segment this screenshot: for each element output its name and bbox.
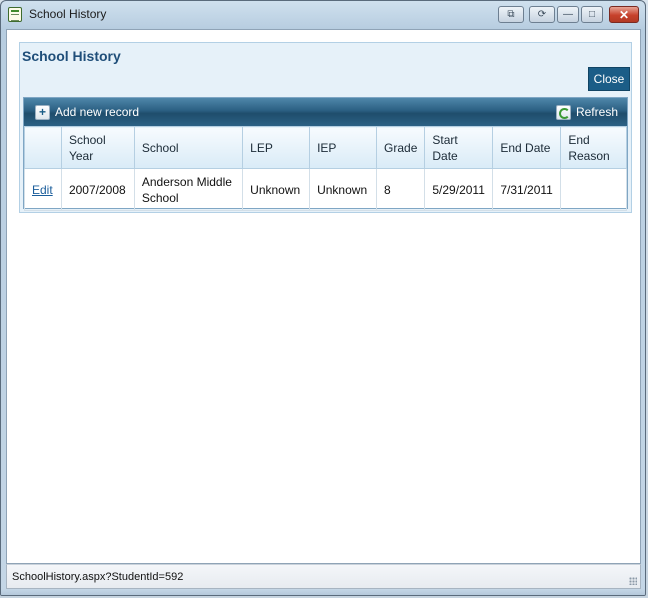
restore-window-icon[interactable]: ⧉: [498, 6, 524, 23]
refresh-button[interactable]: Refresh: [555, 104, 618, 120]
action-cell: Edit: [24, 168, 62, 211]
window-title: School History: [29, 7, 107, 21]
refresh-label: Refresh: [575, 105, 618, 119]
school-cell: Anderson Middle School: [133, 168, 244, 211]
page-title: School History: [22, 48, 121, 64]
records-table: School Year School LEP IEP Grade Start D…: [24, 126, 627, 211]
grid-toolbar: + Add new record Refresh: [24, 98, 627, 126]
status-bar: SchoolHistory.aspx?StudentId=592: [6, 564, 641, 589]
column-header-school[interactable]: School: [133, 126, 244, 169]
maximize-button[interactable]: □: [581, 6, 603, 23]
title-bar-buttons: ⧉ ⟳ — □ ✕: [495, 6, 639, 24]
header-row: School Year School LEP IEP Grade Start D…: [24, 126, 627, 169]
table-row: Edit 2007/2008 Anderson Middle School Un…: [24, 168, 627, 211]
close-button[interactable]: Close: [588, 67, 630, 91]
resize-grip-icon[interactable]: [629, 577, 637, 585]
app-icon: [8, 7, 22, 22]
column-header-grade[interactable]: Grade: [376, 126, 426, 169]
add-new-record-button[interactable]: + Add new record: [35, 104, 139, 120]
school-history-grid: + Add new record Refresh School Year Sch…: [23, 97, 628, 211]
dialog-window: School History ⧉ ⟳ — □ ✕ School History …: [0, 0, 646, 596]
title-bar[interactable]: School History ⧉ ⟳ — □ ✕: [1, 1, 645, 29]
end-reason-cell: [560, 168, 627, 211]
school-year-cell: 2007/2008: [60, 168, 135, 211]
column-header-end-reason[interactable]: End Reason: [560, 126, 627, 169]
edit-link[interactable]: Edit: [32, 183, 53, 197]
minimize-button[interactable]: —: [557, 6, 579, 23]
column-header-start-date[interactable]: Start Date: [424, 126, 494, 169]
column-header-end-date[interactable]: End Date: [492, 126, 562, 169]
iep-cell: Unknown: [309, 168, 378, 211]
end-date-cell: 7/31/2011: [492, 168, 562, 211]
lep-cell: Unknown: [242, 168, 311, 211]
column-header-school-year[interactable]: School Year: [60, 126, 135, 169]
add-new-record-label: Add new record: [55, 105, 140, 119]
plus-icon: +: [35, 104, 50, 120]
column-header-iep[interactable]: IEP: [309, 126, 378, 169]
dialog-content: School History Close + Add new record Re…: [6, 29, 641, 564]
refresh-icon: [555, 104, 571, 120]
reload-window-icon[interactable]: ⟳: [529, 6, 555, 23]
close-window-button[interactable]: ✕: [609, 6, 639, 23]
column-header-lep[interactable]: LEP: [242, 126, 311, 169]
window-bottom-border: [1, 589, 645, 595]
school-history-panel: School History Close + Add new record Re…: [19, 42, 632, 213]
status-url: SchoolHistory.aspx?StudentId=592: [12, 571, 184, 583]
column-header-action: [24, 126, 62, 169]
grade-cell: 8: [376, 168, 426, 211]
start-date-cell: 5/29/2011: [424, 168, 494, 211]
